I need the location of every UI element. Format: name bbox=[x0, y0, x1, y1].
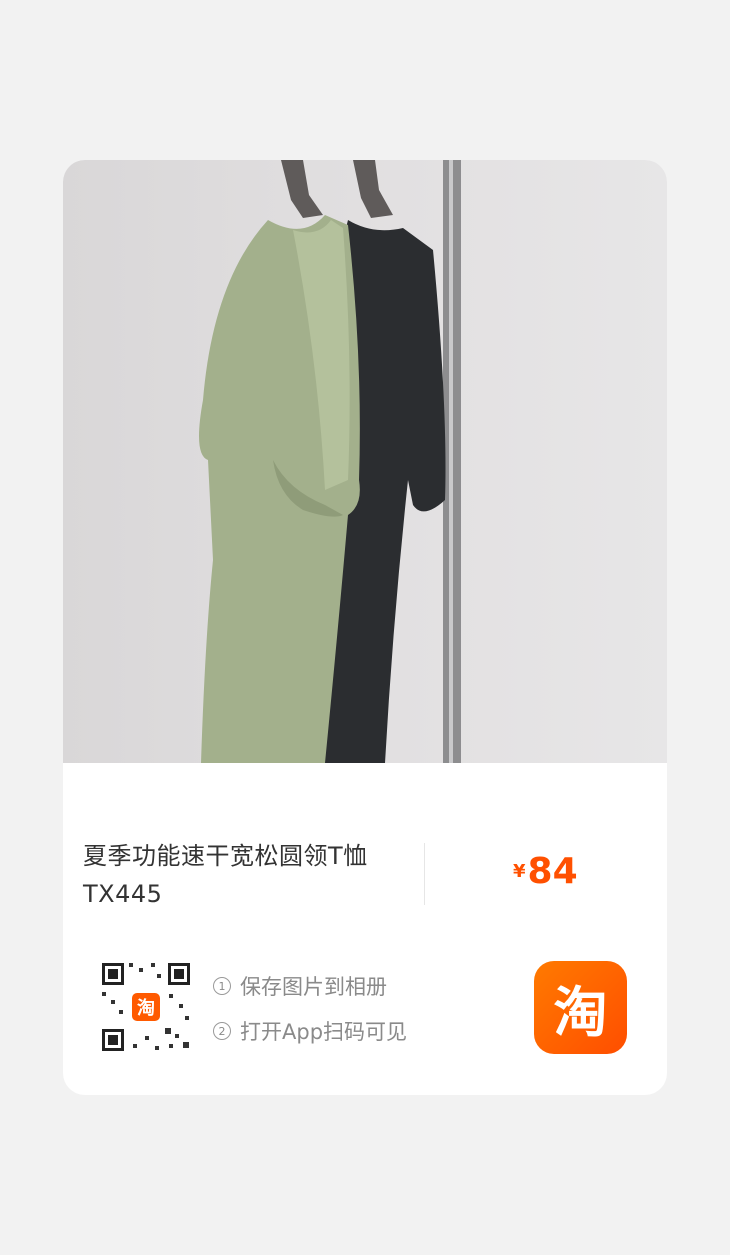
hanger-left bbox=[281, 160, 323, 218]
price-amount: 84 bbox=[527, 851, 578, 892]
step-open-app: 2 打开App扫码可见 bbox=[213, 1016, 407, 1046]
step-2-text: 打开App扫码可见 bbox=[240, 1020, 408, 1044]
product-photo-illustration bbox=[199, 160, 461, 763]
step-1-number: 1 bbox=[213, 977, 231, 995]
divider bbox=[424, 843, 425, 905]
product-title-line2: TX445 bbox=[83, 880, 163, 908]
taobao-qr-logo-icon: 淘 bbox=[130, 991, 162, 1023]
taobao-app-icon[interactable]: 淘 bbox=[534, 961, 627, 1054]
product-title[interactable]: 夏季功能速干宽松圆领T恤 TX445 bbox=[83, 837, 413, 913]
step-1-text: 保存图片到相册 bbox=[240, 975, 387, 999]
share-card: 夏季功能速干宽松圆领T恤 TX445 ¥84 淘 1 保存图片到相册 2 打开A… bbox=[63, 160, 667, 1095]
product-info: 夏季功能速干宽松圆领T恤 TX445 ¥84 bbox=[63, 763, 667, 933]
hanger-right bbox=[353, 160, 393, 218]
product-image[interactable] bbox=[63, 160, 667, 763]
step-save-image: 1 保存图片到相册 bbox=[213, 971, 387, 1001]
product-title-line1: 夏季功能速干宽松圆领T恤 bbox=[83, 842, 368, 870]
product-price: ¥84 bbox=[513, 851, 578, 892]
step-2-number: 2 bbox=[213, 1022, 231, 1040]
qr-code[interactable]: 淘 bbox=[99, 960, 193, 1054]
price-currency: ¥ bbox=[513, 861, 526, 882]
